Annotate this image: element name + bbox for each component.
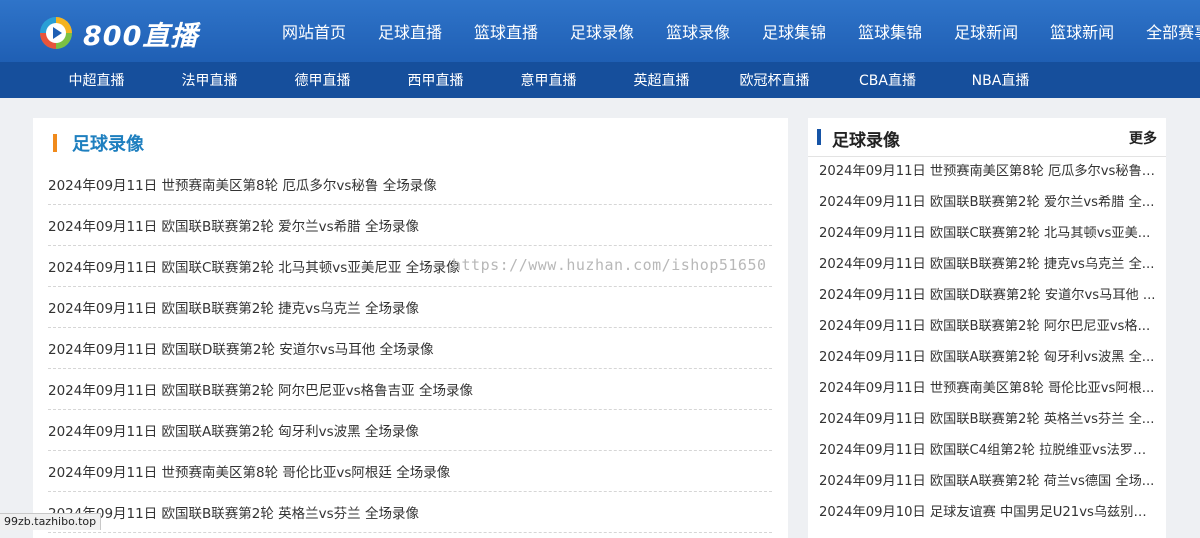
nav-football-news[interactable]: 足球新闻 <box>938 0 1034 62</box>
list-item: 2024年09月11日 欧国联B联赛第2轮 爱尔兰vs希腊 全场录像 <box>48 205 772 246</box>
league-nav-seriea[interactable]: 意甲直播 <box>492 62 605 98</box>
nav-basketball-news[interactable]: 篮球新闻 <box>1034 0 1130 62</box>
replay-link[interactable]: 2024年09月11日 欧国联C联赛第2轮 北马其顿vs亚美... <box>819 226 1150 241</box>
section-title: 足球录像 <box>72 134 144 155</box>
more-link[interactable]: 更多 <box>1129 128 1157 148</box>
replay-link[interactable]: 2024年09月11日 欧国联C联赛第2轮 北马其顿vs亚美尼亚 全场录像 <box>48 256 460 276</box>
replay-link[interactable]: 2024年09月11日 欧国联D联赛第2轮 安道尔vs马耳他 ... <box>819 288 1156 303</box>
replay-link[interactable]: 2024年09月11日 欧国联B联赛第2轮 捷克vs乌克兰 全... <box>819 257 1154 272</box>
league-nav-nba[interactable]: NBA直播 <box>944 62 1057 98</box>
replay-link[interactable]: 2024年09月11日 欧国联B联赛第2轮 捷克vs乌克兰 全场录像 <box>48 297 419 317</box>
watermark-text: https://www.huzhan.com/ishop51650 <box>452 256 767 274</box>
replay-link[interactable]: 2024年09月11日 欧国联B联赛第2轮 英格兰vs芬兰 全场录像 <box>48 502 419 522</box>
replay-link[interactable]: 2024年09月11日 世预赛南美区第8轮 哥伦比亚vs阿根廷 全场录像 <box>48 461 450 481</box>
replay-link[interactable]: 2024年09月11日 欧国联A联赛第2轮 匈牙利vs波黑 全场录像 <box>48 420 419 440</box>
replay-link[interactable]: 2024年09月11日 世预赛南美区第8轮 厄瓜多尔vs秘鲁 全场录像 <box>48 174 437 194</box>
list-item: 2024年09月11日 欧国联A联赛第2轮 匈牙利vs波黑 全... <box>819 342 1157 373</box>
list-item: 2024年09月11日 欧国联B联赛第2轮 捷克vs乌克兰 全... <box>819 249 1157 280</box>
list-item: 2024年09月11日 欧国联C联赛第2轮 北马其顿vs亚美... <box>819 218 1157 249</box>
list-item: 2024年09月11日 欧国联D联赛第2轮 安道尔vs马耳他 ... <box>819 280 1157 311</box>
list-item: 2024年09月11日 欧国联B联赛第2轮 英格兰vs芬兰 全场录像 <box>48 492 772 533</box>
list-item: 2024年09月11日 世预赛南美区第8轮 哥伦比亚vs阿根... <box>819 373 1157 404</box>
list-item: 2024年09月11日 欧国联A联赛第2轮 匈牙利vs波黑 全场录像 <box>48 410 772 451</box>
nav-basketball-live[interactable]: 篮球直播 <box>458 0 554 62</box>
league-nav-ucl[interactable]: 欧冠杯直播 <box>718 62 831 98</box>
replay-link[interactable]: 2024年09月11日 欧国联B联赛第2轮 阿尔巴尼亚vs格... <box>819 319 1150 334</box>
list-item: 2024年09月11日 欧国联B联赛第2轮 阿尔巴尼亚vs格... <box>819 311 1157 342</box>
list-item: 2024年09月11日 世预赛南美区第8轮 厄瓜多尔vs秘鲁 ... <box>819 156 1157 187</box>
list-item: 2024年09月11日 欧国联B联赛第2轮 阿尔巴尼亚vs格鲁吉亚 全场录像 <box>48 369 772 410</box>
sidebar-panel: 足球录像 更多 2024年09月11日 世预赛南美区第8轮 厄瓜多尔vs秘鲁 .… <box>808 118 1166 538</box>
nav-football-replay[interactable]: 足球录像 <box>554 0 650 62</box>
list-item: 2024年09月11日 欧国联B联赛第2轮 爱尔兰vs希腊 全... <box>819 187 1157 218</box>
replay-link[interactable]: 2024年09月11日 欧国联B联赛第2轮 爱尔兰vs希腊 全... <box>819 195 1154 210</box>
list-item: 2024年09月11日 欧国联B联赛第2轮 捷克vs乌克兰 全场录像 <box>48 287 772 328</box>
replay-link[interactable]: 2024年09月11日 欧国联C4组第2轮 拉脱维亚vs法罗群... <box>819 443 1157 458</box>
nav-basketball-replay[interactable]: 篮球录像 <box>650 0 746 62</box>
list-item: 2024年09月11日 世预赛南美区第8轮 厄瓜多尔vs秘鲁 全场录像 <box>48 164 772 205</box>
list-item: 2024年09月11日 欧国联B联赛第2轮 英格兰vs芬兰 全... <box>819 404 1157 435</box>
league-nav-cba[interactable]: CBA直播 <box>831 62 944 98</box>
replay-list-panel: 足球录像 2024年09月11日 世预赛南美区第8轮 厄瓜多尔vs秘鲁 全场录像… <box>33 118 788 538</box>
nav-all-events[interactable]: 全部赛事 <box>1130 0 1200 62</box>
replay-link[interactable]: 2024年09月11日 世预赛南美区第8轮 哥伦比亚vs阿根... <box>819 381 1154 396</box>
league-nav-csl[interactable]: 中超直播 <box>40 62 153 98</box>
nav-football-live[interactable]: 足球直播 <box>362 0 458 62</box>
nav-football-highlights[interactable]: 足球集锦 <box>746 0 842 62</box>
nav-basketball-highlights[interactable]: 篮球集锦 <box>842 0 938 62</box>
replay-link[interactable]: 2024年09月11日 欧国联B联赛第2轮 爱尔兰vs希腊 全场录像 <box>48 215 419 235</box>
list-item: 2024年09月11日 欧国联A联赛第2轮 荷兰vs德国 全场... <box>819 466 1157 497</box>
nav-home[interactable]: 网站首页 <box>266 0 362 62</box>
league-nav-ligue1[interactable]: 法甲直播 <box>153 62 266 98</box>
replay-link[interactable]: 2024年09月10日 足球友谊赛 中国男足U21vs乌兹别克... <box>819 505 1157 520</box>
site-logo[interactable]: 800直播 <box>38 13 198 53</box>
section-header: 足球录像 <box>53 128 144 158</box>
league-nav-laliga[interactable]: 西甲直播 <box>379 62 492 98</box>
sidebar-header: 足球录像 更多 <box>808 118 1166 157</box>
replay-link[interactable]: 2024年09月11日 欧国联D联赛第2轮 安道尔vs马耳他 全场录像 <box>48 338 434 358</box>
league-nav-premier-league[interactable]: 英超直播 <box>605 62 718 98</box>
sidebar-title: 足球录像 <box>832 131 900 151</box>
replay-link[interactable]: 2024年09月11日 欧国联B联赛第2轮 阿尔巴尼亚vs格鲁吉亚 全场录像 <box>48 379 473 399</box>
league-nav-bar: 中超直播 法甲直播 德甲直播 西甲直播 意甲直播 英超直播 欧冠杯直播 CBA直… <box>0 62 1200 98</box>
sidebar-list: 2024年09月11日 世预赛南美区第8轮 厄瓜多尔vs秘鲁 ... 2024年… <box>819 156 1157 528</box>
replay-link[interactable]: 2024年09月11日 欧国联A联赛第2轮 荷兰vs德国 全场... <box>819 474 1154 489</box>
list-item: 2024年09月11日 世预赛南美区第8轮 哥伦比亚vs阿根廷 全场录像 <box>48 451 772 492</box>
tv-play-icon <box>40 17 72 49</box>
logo-text: 800直播 <box>83 20 199 52</box>
league-nav: 中超直播 法甲直播 德甲直播 西甲直播 意甲直播 英超直播 欧冠杯直播 CBA直… <box>40 62 1057 98</box>
replay-link[interactable]: 2024年09月11日 欧国联B联赛第2轮 英格兰vs芬兰 全... <box>819 412 1154 427</box>
section-accent-bar <box>53 134 57 152</box>
list-item: 2024年09月10日 足球友谊赛 中国男足U21vs乌兹别克... <box>819 497 1157 528</box>
replay-link[interactable]: 2024年09月11日 世预赛南美区第8轮 厄瓜多尔vs秘鲁 ... <box>819 164 1157 179</box>
list-item: 2024年09月11日 欧国联C4组第2轮 拉脱维亚vs法罗群... <box>819 435 1157 466</box>
status-bar-url: 99zb.tazhibo.top <box>0 513 102 530</box>
replay-list: 2024年09月11日 世预赛南美区第8轮 厄瓜多尔vs秘鲁 全场录像 2024… <box>48 164 772 533</box>
sidebar-accent-bar <box>817 129 821 145</box>
league-nav-bundesliga[interactable]: 德甲直播 <box>266 62 379 98</box>
main-nav: 网站首页 足球直播 篮球直播 足球录像 篮球录像 足球集锦 篮球集锦 足球新闻 … <box>266 0 1200 62</box>
list-item: 2024年09月11日 欧国联D联赛第2轮 安道尔vs马耳他 全场录像 <box>48 328 772 369</box>
replay-link[interactable]: 2024年09月11日 欧国联A联赛第2轮 匈牙利vs波黑 全... <box>819 350 1154 365</box>
site-header: 800直播 网站首页 足球直播 篮球直播 足球录像 篮球录像 足球集锦 篮球集锦… <box>0 0 1200 62</box>
